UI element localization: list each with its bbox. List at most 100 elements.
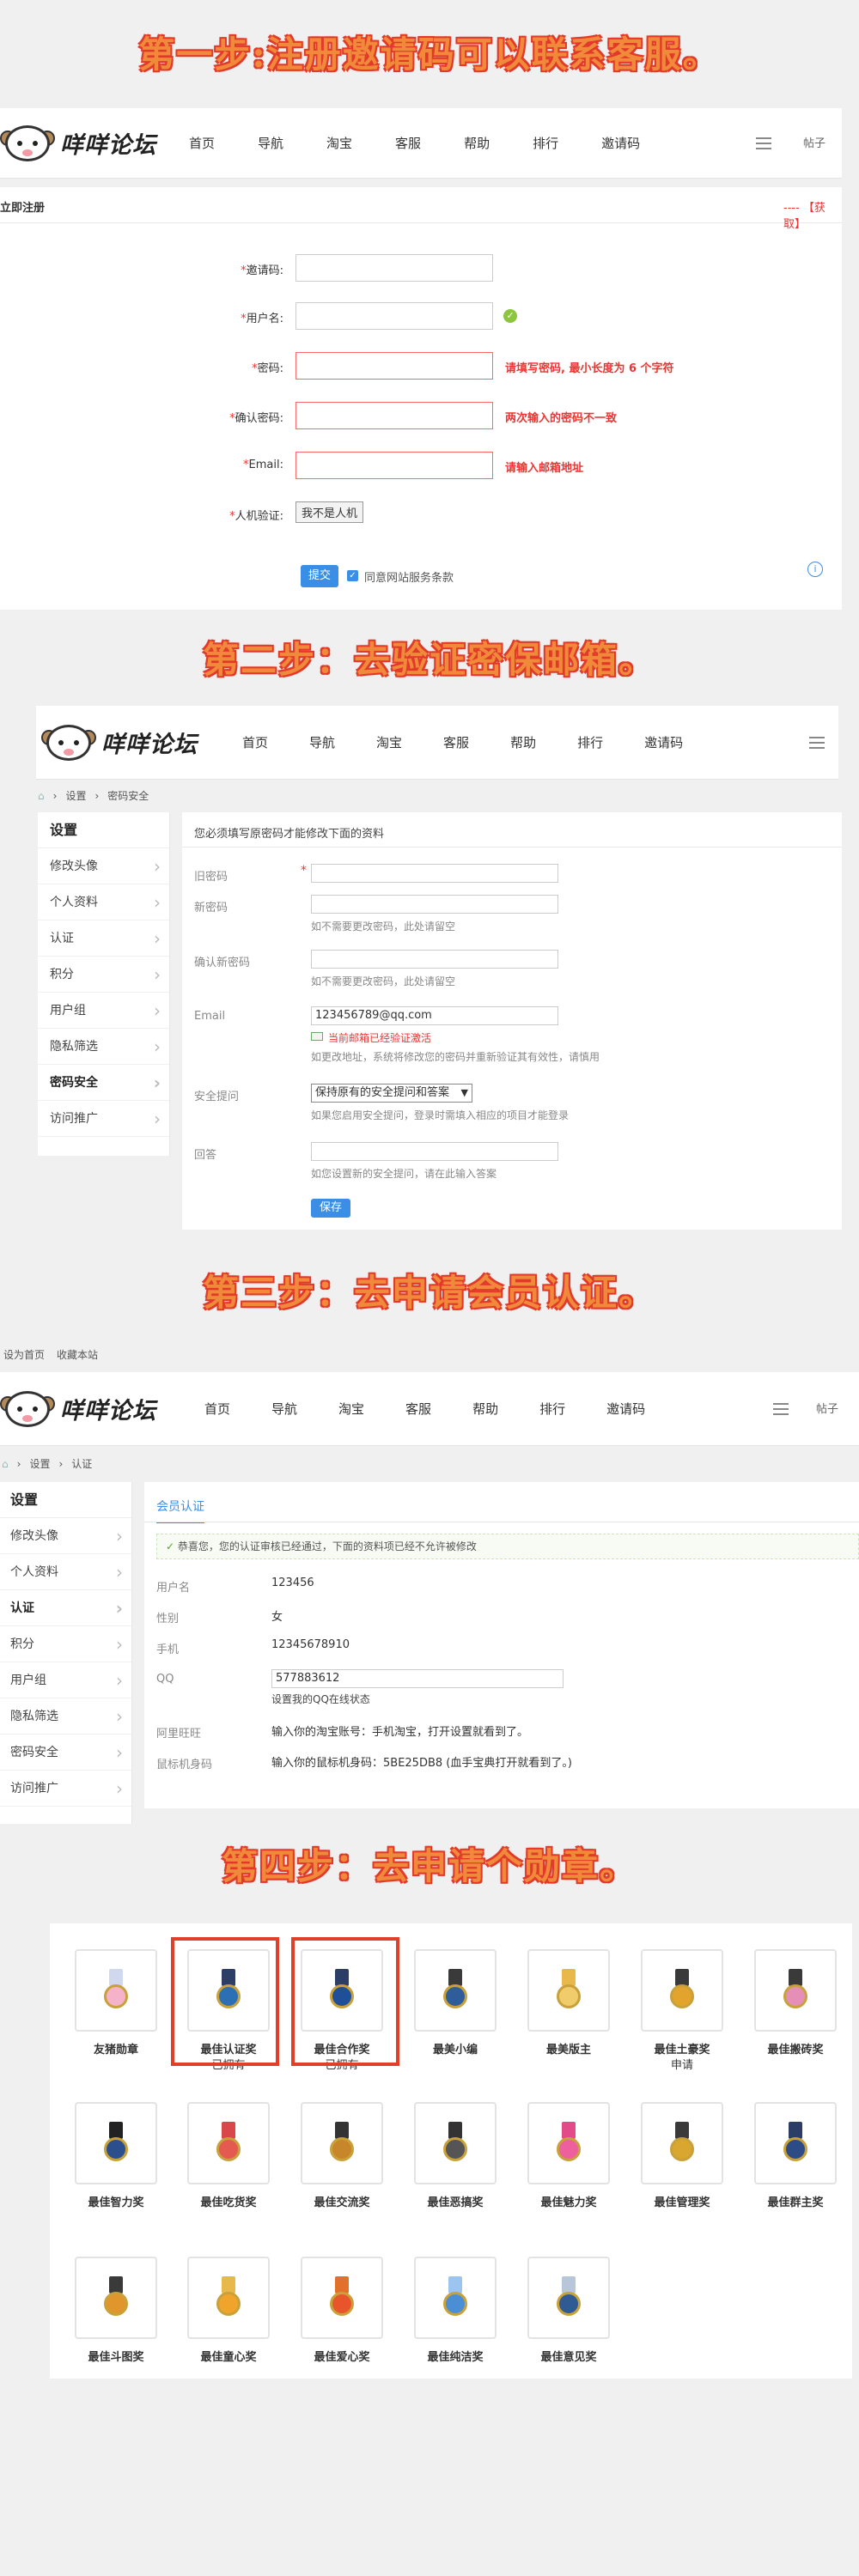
sidebar-item[interactable]: 隐私筛选 — [0, 1698, 131, 1735]
nav-item[interactable]: 导航 — [271, 1400, 297, 1418]
medal-badge[interactable] — [527, 2102, 610, 2184]
sidebar-item[interactable]: 个人资料 — [0, 1554, 131, 1590]
bookmark-link[interactable]: 收藏本站 — [57, 1347, 98, 1362]
sidebar-item[interactable]: 密码安全 — [0, 1735, 131, 1771]
sidebar-item[interactable]: 访问推广 — [38, 1101, 169, 1137]
sidebar-item-active[interactable]: 认证 — [0, 1590, 131, 1626]
sidebar-item[interactable]: 个人资料 — [38, 884, 169, 920]
save-button[interactable]: 保存 — [311, 1199, 350, 1218]
medal-icon — [783, 1969, 807, 2012]
sidebar-item[interactable]: 修改头像 — [0, 1518, 131, 1554]
site-logo[interactable]: 咩咩论坛 — [0, 1384, 156, 1432]
nav-item[interactable]: 邀请码 — [606, 1400, 645, 1418]
breadcrumb-item[interactable]: 设置 — [29, 1456, 50, 1471]
answer-input[interactable] — [311, 1142, 558, 1161]
menu-icon[interactable] — [773, 1403, 789, 1415]
nav-item[interactable]: 排行 — [539, 1400, 565, 1418]
info-icon[interactable]: i — [807, 562, 823, 577]
main-nav: 首页 导航 淘宝 客服 帮助 排行 邀请码 — [242, 733, 683, 751]
nav-item[interactable]: 邀请码 — [644, 733, 683, 751]
sidebar-item[interactable]: 用户组 — [0, 1662, 131, 1698]
site-name: 咩咩论坛 — [60, 1397, 156, 1425]
chevron-down-icon: ▼ — [460, 1087, 468, 1098]
home-icon[interactable]: ⌂ — [2, 1458, 9, 1470]
confirm-password-input[interactable] — [295, 402, 493, 429]
medal-badge[interactable] — [301, 2102, 383, 2184]
site-logo[interactable]: 咩咩论坛 — [41, 718, 198, 766]
posts-link[interactable]: 帖子 — [816, 1400, 838, 1416]
tab-member-certification[interactable]: 会员认证 — [156, 1498, 204, 1523]
medal-status[interactable]: 申请 — [622, 2056, 742, 2072]
submit-button[interactable]: 提交 — [301, 565, 338, 587]
medal-badge[interactable] — [75, 1949, 157, 2032]
medal-badge[interactable] — [754, 1949, 837, 2032]
sidebar-item[interactable]: 修改头像 — [38, 848, 169, 884]
nav-item[interactable]: 首页 — [189, 134, 215, 152]
medal-badge[interactable] — [527, 1949, 610, 2032]
old-password-input[interactable] — [311, 864, 558, 883]
email-input[interactable]: 123456789@qq.com — [311, 1006, 558, 1025]
security-question-select[interactable]: 保持原有的安全提问和答案 ▼ — [311, 1084, 472, 1103]
password-input[interactable] — [295, 352, 493, 380]
nav-item[interactable]: 导航 — [309, 733, 335, 751]
medal-badge[interactable] — [75, 2102, 157, 2184]
breadcrumb-item[interactable]: 设置 — [65, 788, 86, 803]
sidebar-item[interactable]: 认证 — [38, 920, 169, 957]
site-name: 咩咩论坛 — [60, 131, 156, 159]
menu-icon[interactable] — [756, 137, 771, 149]
username-input[interactable] — [295, 302, 493, 330]
nav-item[interactable]: 邀请码 — [601, 134, 640, 152]
nav-item[interactable]: 淘宝 — [338, 1400, 364, 1418]
sidebar-item[interactable]: 积分 — [38, 957, 169, 993]
nav-item[interactable]: 帮助 — [464, 134, 490, 152]
new-password-input[interactable] — [311, 895, 558, 914]
medal-badge[interactable] — [187, 2102, 270, 2184]
nav-item[interactable]: 首页 — [204, 1400, 230, 1418]
breadcrumb-item: 认证 — [71, 1458, 93, 1470]
medal-badge[interactable] — [301, 2257, 383, 2339]
set-homepage-link[interactable]: 设为首页 — [3, 1347, 45, 1362]
nav-item[interactable]: 帮助 — [510, 733, 536, 751]
nav-item[interactable]: 客服 — [405, 1400, 431, 1418]
medal-badge[interactable] — [641, 2102, 723, 2184]
nav-item[interactable]: 帮助 — [472, 1400, 498, 1418]
medal-badge[interactable] — [187, 2257, 270, 2339]
nav-item[interactable]: 排行 — [533, 134, 558, 152]
confirm-new-password-input[interactable] — [311, 950, 558, 969]
register-link[interactable]: ---- 【获取】 — [783, 198, 842, 231]
qq-input[interactable]: 577883612 — [271, 1669, 564, 1688]
nav-item[interactable]: 淘宝 — [326, 134, 352, 152]
nav-item[interactable]: 客服 — [395, 134, 421, 152]
menu-icon[interactable] — [809, 737, 825, 749]
sidebar-item[interactable]: 积分 — [0, 1626, 131, 1662]
medal-badge[interactable] — [527, 2257, 610, 2339]
medal-badge[interactable] — [754, 2102, 837, 2184]
nav-item[interactable]: 淘宝 — [376, 733, 402, 751]
medal-badge[interactable] — [414, 1949, 497, 2032]
invite-code-input[interactable] — [295, 254, 493, 282]
medal-badge[interactable] — [414, 2102, 497, 2184]
agree-checkbox[interactable]: ✓ — [347, 570, 358, 581]
site-logo[interactable]: 咩咩论坛 — [0, 118, 156, 167]
captcha-button[interactable]: 我不是人机 — [295, 501, 364, 523]
nav-item[interactable]: 导航 — [258, 134, 283, 152]
qq-status-link[interactable]: 设置我的QQ在线状态 — [271, 1692, 370, 1706]
medal-badge[interactable] — [75, 2257, 157, 2339]
nav-item[interactable]: 排行 — [577, 733, 603, 751]
sidebar-item-active[interactable]: 密码安全 — [38, 1065, 169, 1101]
sidebar-item[interactable]: 用户组 — [38, 993, 169, 1029]
home-icon[interactable]: ⌂ — [38, 790, 45, 802]
breadcrumb: ⌂ › 设置 › 认证 — [2, 1456, 93, 1471]
sidebar-item[interactable]: 访问推广 — [0, 1771, 131, 1807]
nav-item[interactable]: 客服 — [443, 733, 469, 751]
email-input[interactable] — [295, 452, 493, 479]
sidebar-item[interactable]: 隐私筛选 — [38, 1029, 169, 1065]
nav-item[interactable]: 首页 — [242, 733, 268, 751]
site-header-3: 咩咩论坛 首页 导航 淘宝 客服 帮助 排行 邀请码 帖子 — [0, 1372, 859, 1446]
medal-badge[interactable] — [414, 2257, 497, 2339]
gender-label: 性别 — [156, 1613, 180, 1625]
medal-badge[interactable] — [641, 1949, 723, 2032]
mouse-code-value: 输入你的鼠标机身码：5BE25DB8 (血手宝典打开就看到了。) — [271, 1757, 572, 1770]
medal-name: 最佳智力奖 — [88, 2196, 144, 2209]
posts-link[interactable]: 帖子 — [803, 134, 825, 150]
